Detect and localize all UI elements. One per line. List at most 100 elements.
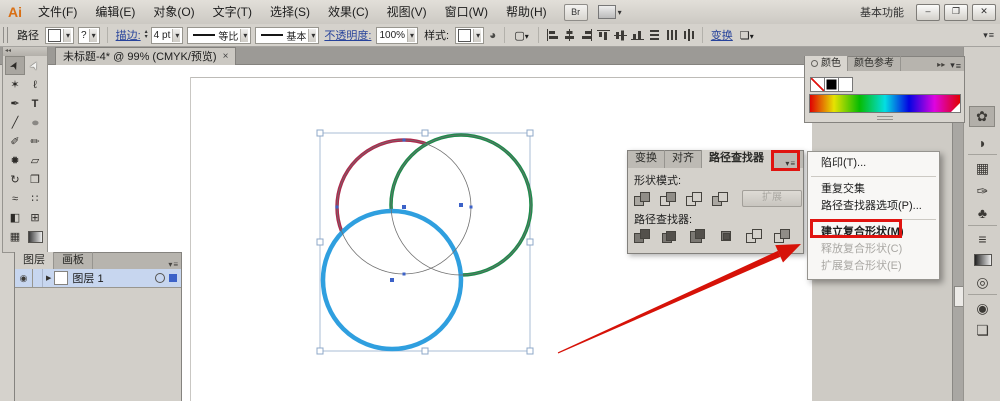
tab-layers[interactable]: 图层 xyxy=(15,252,54,269)
divide-button[interactable] xyxy=(634,229,651,243)
expand-arrows-icon[interactable]: ▸▸ xyxy=(937,60,945,71)
tab-pathfinder[interactable]: 路径查找器 xyxy=(702,150,772,168)
white-corner[interactable] xyxy=(951,103,960,112)
pen-tool[interactable]: ✒ xyxy=(5,94,25,113)
tab-color-guide[interactable]: 颜色参考 xyxy=(848,56,901,71)
white-swatch[interactable] xyxy=(838,77,853,92)
panel-resize-grip[interactable] xyxy=(877,116,893,120)
menu-item-expand-compound-shape[interactable]: 扩展复合形状(E) xyxy=(808,258,939,275)
align-left-button[interactable] xyxy=(546,29,559,41)
direct-selection-tool[interactable]: ➤ xyxy=(25,56,45,75)
distribute-v-button[interactable] xyxy=(648,29,661,41)
gradient-tool[interactable] xyxy=(25,227,45,246)
menu-select[interactable]: 选择(S) xyxy=(261,0,319,24)
fill-color-dropdown[interactable]: ▾ xyxy=(45,26,75,44)
menu-item-trap[interactable]: 陷印(T)... xyxy=(808,155,939,172)
align-v-center-button[interactable] xyxy=(613,29,627,41)
transparency-icon[interactable]: ◎ xyxy=(964,274,1000,291)
width-tool[interactable]: ≈ xyxy=(5,189,25,208)
tab-color[interactable]: 颜色 xyxy=(805,56,848,71)
layer-thumbnail[interactable] xyxy=(54,271,69,285)
menu-object[interactable]: 对象(O) xyxy=(144,0,203,24)
blob-brush-tool[interactable]: ✹ xyxy=(5,151,25,170)
menu-window[interactable]: 窗口(W) xyxy=(436,0,497,24)
menu-file[interactable]: 文件(F) xyxy=(29,0,86,24)
stroke-weight-dropdown[interactable]: 4 pt ▾ xyxy=(150,26,184,44)
lasso-tool[interactable]: ℓ xyxy=(25,75,45,94)
paintbrush-tool[interactable]: ✐ xyxy=(5,132,25,151)
magic-wand-tool[interactable]: ✶ xyxy=(5,75,25,94)
stroke-panel-link[interactable]: 描边: xyxy=(116,27,141,43)
selection-indicator[interactable] xyxy=(169,274,177,282)
color-panel-menu[interactable]: ▾ ≡ xyxy=(950,60,961,71)
distribute-h-button[interactable] xyxy=(665,29,678,41)
workspace-switcher[interactable]: 基本功能 xyxy=(860,4,904,20)
ellipse-tool[interactable]: ● xyxy=(25,113,45,132)
close-button[interactable]: ✕ xyxy=(972,3,996,21)
tab-artboards[interactable]: 画板 xyxy=(54,252,93,269)
shape-builder-tool[interactable]: ◧ xyxy=(5,208,25,227)
menu-item-pathfinder-options[interactable]: 路径查找器选项(P)... xyxy=(808,198,939,215)
target-circle-icon[interactable] xyxy=(155,273,165,283)
gradient-icon[interactable] xyxy=(964,253,1000,269)
menu-item-release-compound-shape[interactable]: 释放复合形状(C) xyxy=(808,241,939,258)
menu-view[interactable]: 视图(V) xyxy=(378,0,436,24)
layers-panel-menu[interactable]: ▾ ≡ xyxy=(168,260,181,269)
transform-panel-link[interactable]: 变换 xyxy=(711,27,733,43)
document-tab[interactable]: 未标题-4* @ 99% (CMYK/预览) × xyxy=(55,47,237,65)
visibility-eye-icon[interactable]: ◉ xyxy=(15,269,33,287)
stroke-color-dropdown[interactable]: ? ▾ xyxy=(78,26,100,44)
minus-front-button[interactable] xyxy=(660,191,677,206)
free-transform-tool[interactable]: ∷ xyxy=(25,189,45,208)
menu-edit[interactable]: 编辑(E) xyxy=(86,0,144,24)
layer-name[interactable]: 图层 1 xyxy=(72,270,103,286)
menu-type[interactable]: 文字(T) xyxy=(204,0,261,24)
appearance-icon[interactable]: ◉ xyxy=(964,300,1000,317)
align-top-button[interactable] xyxy=(596,29,610,41)
eraser-tool[interactable]: ▱ xyxy=(25,151,45,170)
line-tool[interactable]: ╱ xyxy=(5,113,25,132)
tab-close-icon[interactable]: × xyxy=(223,49,229,65)
stroke-weight-stepper[interactable]: ▴ ▾ xyxy=(145,29,148,40)
brush-definition-dropdown[interactable]: 基本 ▾ xyxy=(255,26,320,44)
rotate-tool[interactable]: ↻ xyxy=(5,170,25,189)
swatches-icon[interactable]: ▦ xyxy=(964,160,1000,177)
align-right-button[interactable] xyxy=(580,29,593,41)
color-guide-icon[interactable]: ◗ xyxy=(964,135,1000,151)
merge-button[interactable] xyxy=(690,229,707,243)
artboard-tool[interactable]: ❐ xyxy=(25,170,45,189)
menu-effect[interactable]: 效果(C) xyxy=(319,0,378,24)
controlbar-panel-menu[interactable]: ▾ ≡ xyxy=(983,30,1000,41)
minimize-button[interactable]: – xyxy=(916,3,940,21)
arrange-documents-button[interactable]: ▾ xyxy=(597,5,622,19)
opacity-panel-link[interactable]: 不透明度: xyxy=(324,27,371,43)
tools-panel-header[interactable]: ◂◂ xyxy=(3,47,47,56)
restore-button[interactable]: ❐ xyxy=(944,3,968,21)
selection-tool[interactable]: ➤ xyxy=(5,56,25,75)
expand-triangle-icon[interactable]: ▶ xyxy=(43,274,54,282)
graphic-styles-icon[interactable]: ❏ xyxy=(964,322,1000,339)
bridge-button[interactable]: Br xyxy=(563,3,588,21)
style-dropdown[interactable]: ▾ xyxy=(455,26,485,44)
menu-help[interactable]: 帮助(H) xyxy=(497,0,556,24)
tab-align[interactable]: 对齐 xyxy=(665,150,702,168)
exclude-button[interactable] xyxy=(712,191,729,206)
menu-item-repeat-intersect[interactable]: 重复交集 xyxy=(808,181,939,198)
intersect-button[interactable] xyxy=(686,191,703,206)
color-icon[interactable]: ✿ xyxy=(969,106,995,127)
unite-button[interactable] xyxy=(634,191,651,206)
color-spectrum-bar[interactable] xyxy=(809,94,961,113)
isolate-selected-dropdown[interactable]: ❏▾ xyxy=(740,29,754,42)
perspective-grid-tool[interactable]: ⊞ xyxy=(25,208,45,227)
tab-transform[interactable]: 变换 xyxy=(628,150,665,168)
trim-button[interactable] xyxy=(662,229,679,243)
layer-row[interactable]: ◉ ▶ 图层 1 xyxy=(15,269,181,288)
opacity-dropdown[interactable]: 100% ▾ xyxy=(376,26,419,44)
align-bottom-button[interactable] xyxy=(630,29,644,41)
minus-back-button[interactable] xyxy=(774,229,791,243)
crop-button[interactable] xyxy=(718,229,735,243)
recolor-artwork-icon[interactable]: ◕ xyxy=(489,28,496,42)
outline-button[interactable] xyxy=(746,229,763,243)
stroke-icon[interactable]: ≡ xyxy=(964,231,1000,247)
width-profile-dropdown[interactable]: 等比 ▾ xyxy=(187,26,252,44)
